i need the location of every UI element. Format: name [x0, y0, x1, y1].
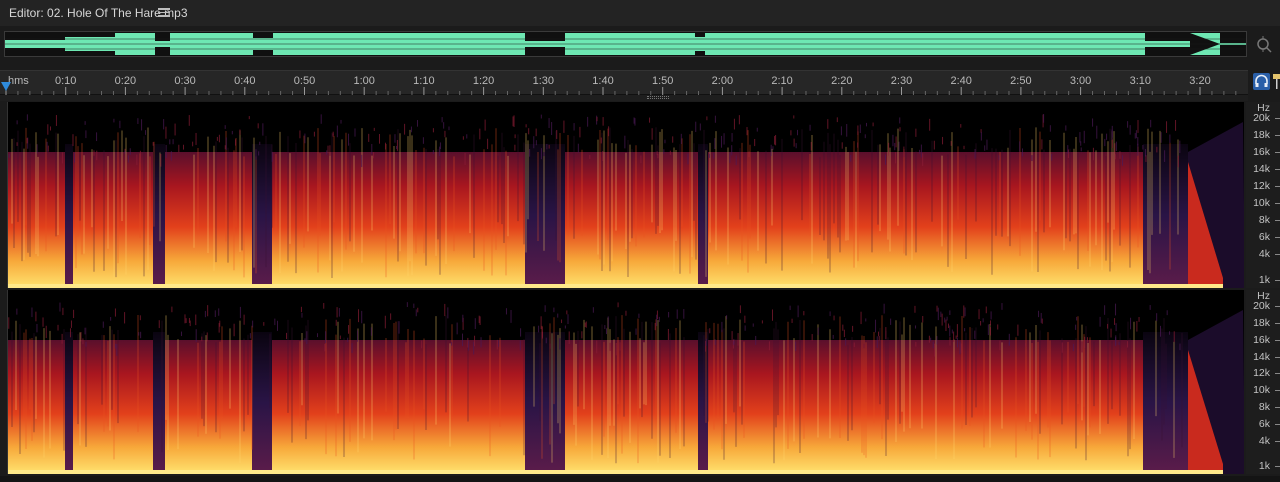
headphone-monitor-icon[interactable] — [1253, 73, 1270, 90]
spectrum-low-freq-floor — [8, 470, 1223, 474]
hz-tick-mark — [1275, 169, 1280, 171]
spectrogram-right-graphic — [8, 290, 1244, 474]
spectrum-quiet-region — [252, 332, 272, 474]
hz-tick-label: 12k — [1253, 180, 1270, 193]
hz-tick-mark — [1275, 322, 1280, 324]
spectrogram-channel-right[interactable] — [7, 290, 1244, 474]
overview-waveform-graphic — [5, 32, 1246, 56]
hz-tick-mark — [1275, 254, 1280, 256]
spectrum-quiet-region — [65, 332, 73, 474]
hz-tick-label: 20k — [1253, 112, 1270, 124]
hz-tick-label: 10k — [1253, 197, 1270, 210]
hz-tick-mark — [1275, 186, 1280, 188]
ruler-tick-label: 1:30 — [532, 75, 555, 87]
ruler-tick-label: 0:50 — [293, 75, 316, 87]
ruler-tick-label: 3:20 — [1189, 75, 1211, 87]
editor-side-tools — [1250, 72, 1280, 94]
ruler-tick-label: 1:00 — [353, 75, 375, 87]
hz-tick-mark — [1275, 440, 1280, 442]
ruler-tick-label: 0:10 — [54, 75, 77, 87]
panel-splitter[interactable] — [0, 95, 1248, 101]
hz-tick-mark — [1275, 135, 1280, 137]
hz-tick-label: 18k — [1253, 129, 1270, 142]
ruler-tick-label: 1:40 — [592, 75, 614, 87]
ruler-tick-label: 1:50 — [651, 75, 674, 87]
spectrum-quiet-region — [65, 144, 73, 288]
hz-tick-mark — [1275, 306, 1280, 307]
hz-tick-label: 14k — [1253, 163, 1270, 176]
hz-tick-label: 8k — [1258, 214, 1270, 227]
time-ruler[interactable]: hms 0:10 0:20 0:30 0:40 0:50 1:00 1:10 1:20 1:30… — [0, 70, 1248, 96]
ruler-tick-label: 2:10 — [771, 75, 793, 87]
hz-tick-label: 8k — [1258, 401, 1270, 414]
spectrum-low-freq-floor — [8, 284, 1223, 288]
hz-tick-label: 20k — [1253, 300, 1270, 312]
hz-tick-mark — [1275, 220, 1280, 222]
spectrogram-channel-left[interactable] — [7, 102, 1244, 288]
hz-tick-label: 6k — [1258, 417, 1270, 430]
hz-tick-mark — [1275, 407, 1280, 409]
hz-tick-label: 18k — [1253, 316, 1270, 329]
spectrum-quiet-region — [525, 332, 565, 474]
hz-tick-label: 1k — [1258, 274, 1270, 286]
ruler-tick-label: 0:30 — [174, 75, 196, 87]
ruler-tick-label: 2:30 — [890, 75, 913, 87]
ruler-tick-label: 2:00 — [711, 75, 734, 87]
pin-icon[interactable] — [1273, 74, 1280, 90]
hz-tick-mark — [1275, 356, 1280, 358]
waveform-overview[interactable] — [4, 31, 1247, 57]
hz-tick-mark — [1275, 203, 1280, 205]
spectrogram-left-graphic — [8, 102, 1244, 288]
editor-title-bar: Editor: 02. Hole Of The Hare.mp3 — [0, 0, 1280, 26]
ruler-tick-label: 0:40 — [234, 75, 256, 87]
splitter-grip-handle[interactable] — [647, 96, 669, 99]
playhead-marker[interactable] — [1, 82, 11, 91]
ruler-tick-label: 2:20 — [831, 75, 853, 87]
ruler-tick-label: 1:20 — [472, 75, 495, 87]
ruler-tick-label: 0:20 — [114, 75, 137, 87]
hz-tick-label: 16k — [1253, 146, 1270, 159]
hz-tick-mark — [1275, 373, 1280, 375]
hz-tick-mark — [1275, 118, 1280, 119]
hz-tick-label: 4k — [1258, 248, 1270, 261]
hz-tick-label: 4k — [1258, 434, 1270, 447]
frequency-scale-left: Hz 20k 18k 16k 14k 12k 10k 8k 6k 4k 1k — [1246, 102, 1280, 288]
ruler-tick-label: 3:10 — [1129, 75, 1152, 87]
hz-tick-mark — [1275, 280, 1280, 281]
ruler-tick-label: 3:00 — [1069, 75, 1092, 87]
hz-tick-mark — [1275, 237, 1280, 239]
hz-tick-label: 12k — [1253, 367, 1270, 380]
spectrum-quiet-region — [153, 144, 165, 288]
hz-tick-label: 16k — [1253, 333, 1270, 346]
hamburger-menu-icon[interactable] — [158, 6, 170, 18]
spectrum-quiet-region — [525, 144, 565, 288]
ruler-tick-label: 2:50 — [1010, 75, 1032, 87]
ruler-unit-label: hms — [8, 75, 29, 87]
bottom-bar — [0, 476, 1280, 482]
hz-tick-mark — [1275, 339, 1280, 341]
hz-tick-mark — [1275, 466, 1280, 467]
hz-tick-mark — [1275, 152, 1280, 154]
hz-tick-label: 1k — [1258, 460, 1270, 472]
spectrum-quiet-region — [252, 144, 272, 288]
hz-tick-label: 14k — [1253, 350, 1270, 363]
ruler-tick-label: 1:10 — [413, 75, 435, 87]
spectrum-energy-band — [8, 152, 1143, 288]
ruler-tick-label: 2:40 — [950, 75, 972, 87]
zoom-navigator-icon[interactable] — [1255, 36, 1273, 54]
hz-tick-mark — [1275, 390, 1280, 392]
hz-tick-label: 6k — [1258, 231, 1270, 244]
hz-tick-label: 10k — [1253, 384, 1270, 397]
frequency-scale-right: Hz 20k 18k 16k 14k 12k 10k 8k 6k 4k 1k — [1246, 290, 1280, 474]
hz-tick-mark — [1275, 423, 1280, 425]
spectrum-quiet-region — [153, 332, 165, 474]
